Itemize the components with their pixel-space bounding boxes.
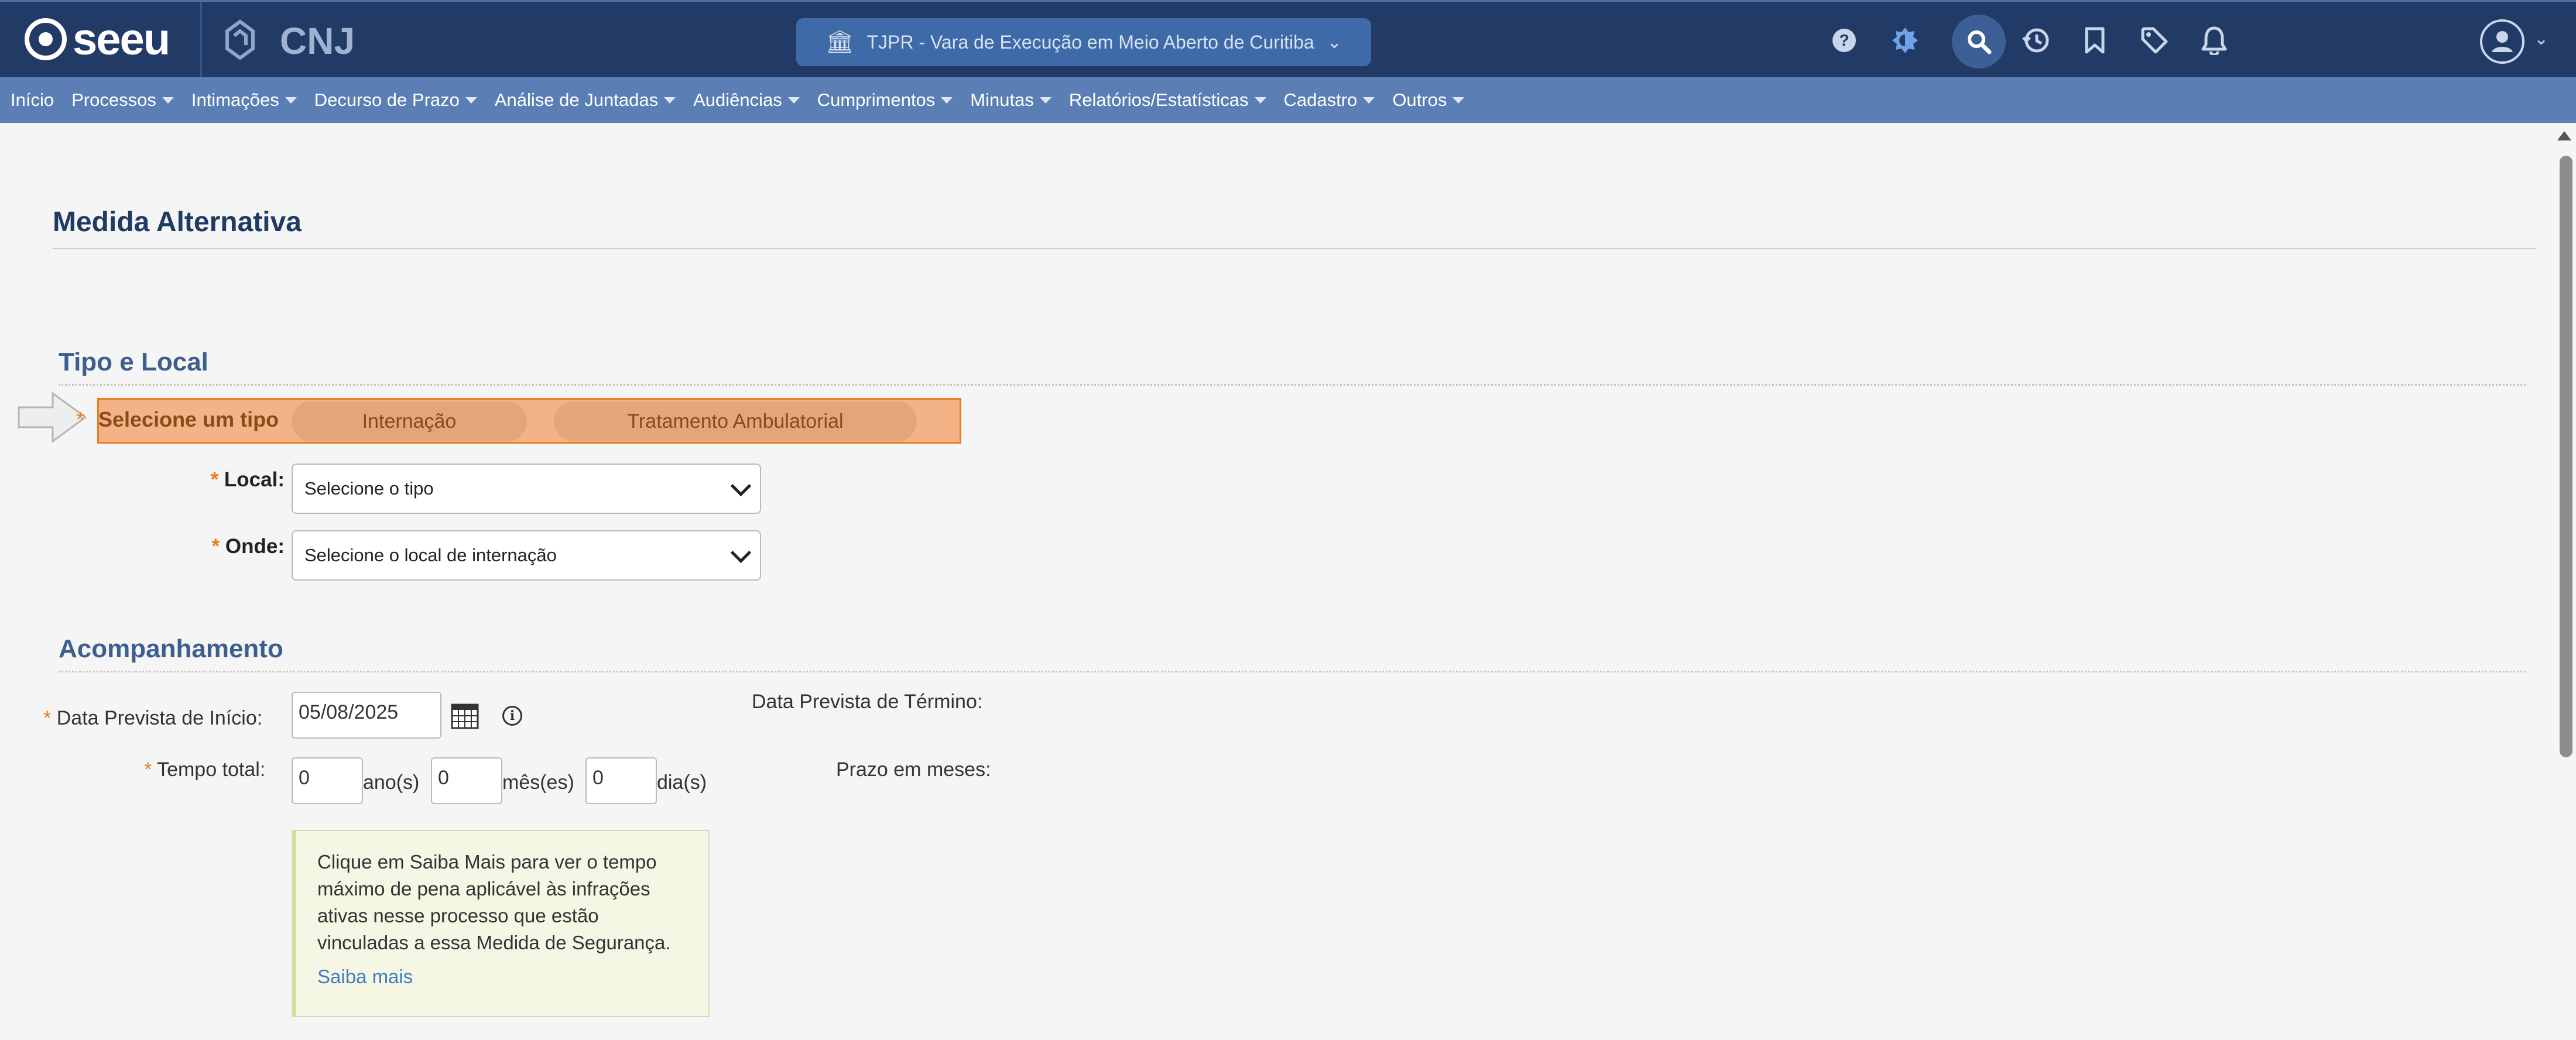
calendar-icon[interactable] xyxy=(451,702,479,729)
section-divider xyxy=(59,671,2526,672)
scroll-up-arrow-icon[interactable] xyxy=(2557,131,2571,140)
section-heading-acompanhamento: Acompanhamento xyxy=(59,634,283,663)
menu-item-audiencias[interactable]: Audiências xyxy=(693,90,800,111)
caret-down-icon xyxy=(1363,97,1375,104)
menu-item-cadastro[interactable]: Cadastro xyxy=(1284,90,1375,111)
theme-icon[interactable] xyxy=(1888,23,1923,58)
caret-down-icon xyxy=(1254,97,1266,104)
chevron-down-icon: ⌄ xyxy=(1327,32,1342,52)
saiba-mais-note: Clique em Saiba Mais para ver o tempo má… xyxy=(292,830,710,1017)
saiba-mais-link[interactable]: Saiba mais xyxy=(317,963,687,990)
caret-down-icon xyxy=(465,97,477,104)
section-divider xyxy=(59,384,2526,386)
info-icon[interactable]: i xyxy=(502,706,522,726)
main-menu: Início Processos Intimações Decurso de P… xyxy=(0,77,2576,123)
menu-item-label: Audiências xyxy=(693,90,782,110)
anos-input[interactable]: 0 xyxy=(292,757,363,804)
onde-label-text: Onde: xyxy=(225,535,285,558)
court-selector[interactable]: 🏛 TJPR - Vara de Execução em Meio Aberto… xyxy=(796,18,1371,66)
menu-item-label: Decurso de Prazo xyxy=(314,90,460,110)
caret-down-icon xyxy=(1453,97,1465,104)
tempo-total-label: * Tempo total: xyxy=(144,758,265,781)
required-marker: * xyxy=(211,535,220,558)
note-text: Clique em Saiba Mais para ver o tempo má… xyxy=(317,851,671,953)
caret-down-icon xyxy=(285,97,297,104)
menu-item-label: Análise de Juntadas xyxy=(494,90,659,110)
top-bar: seeu CNJ 🏛 TJPR - Vara de Execução em Me… xyxy=(0,0,2576,77)
institution-logo-icon xyxy=(225,19,255,60)
menu-item-label: Minutas xyxy=(970,90,1034,110)
caret-down-icon xyxy=(664,97,676,104)
data-inicio-input[interactable]: 05/08/2025 xyxy=(292,692,441,739)
onde-select[interactable]: Selecione o local de internação xyxy=(292,530,761,581)
court-selector-label: TJPR - Vara de Execução em Meio Aberto d… xyxy=(866,31,1314,53)
header-divider xyxy=(200,2,202,77)
meses-input[interactable]: 0 xyxy=(431,757,502,804)
cnj-logo: CNJ xyxy=(280,20,355,62)
scrollbar-thumb[interactable] xyxy=(2560,156,2572,757)
menu-item-label: Início xyxy=(11,90,54,110)
menu-item-cumprimentos[interactable]: Cumprimentos xyxy=(817,90,953,111)
section-heading-tipo-local: Tipo e Local xyxy=(59,348,208,376)
menu-item-label: Cumprimentos xyxy=(817,90,936,110)
menu-item-label: Cadastro xyxy=(1283,90,1358,110)
menu-item-processos[interactable]: Processos xyxy=(71,90,174,111)
user-avatar-icon[interactable] xyxy=(2480,19,2524,64)
court-building-icon: 🏛 xyxy=(825,30,854,54)
required-marker: * xyxy=(210,468,219,491)
meses-unit: mês(es) xyxy=(502,771,574,794)
title-divider xyxy=(53,248,2536,249)
menu-item-inicio[interactable]: Início xyxy=(11,90,54,111)
dias-unit: dia(s) xyxy=(657,771,707,794)
search-icon[interactable] xyxy=(1952,15,2006,68)
history-icon[interactable] xyxy=(2019,23,2054,58)
page-title: Medida Alternativa xyxy=(53,207,302,238)
help-icon[interactable]: ? xyxy=(1827,23,1862,58)
chevron-down-icon xyxy=(730,475,752,497)
menu-item-label: Outros xyxy=(1392,90,1447,110)
required-marker: * xyxy=(144,758,152,781)
menu-item-label: Relatórios/Estatísticas xyxy=(1068,90,1249,110)
chevron-down-icon xyxy=(730,542,752,564)
bell-icon[interactable] xyxy=(2197,23,2232,58)
seeu-logo[interactable]: seeu xyxy=(25,14,170,64)
onde-label: * Onde: xyxy=(197,535,285,558)
required-marker: * xyxy=(43,707,52,729)
bookmark-icon[interactable] xyxy=(2077,23,2112,58)
dias-input[interactable]: 0 xyxy=(585,757,657,804)
seeu-logo-icon xyxy=(25,18,67,60)
tempo-total-label-text: Tempo total: xyxy=(157,758,266,781)
svg-text:?: ? xyxy=(1839,31,1849,49)
tag-icon[interactable] xyxy=(2137,23,2172,58)
menu-item-minutas[interactable]: Minutas xyxy=(970,90,1051,111)
tipo-label: Selecione um tipo xyxy=(98,407,279,431)
prazo-meses-label: Prazo em meses: xyxy=(836,758,991,781)
option-tratamento-ambulatorial-button[interactable]: Tratamento Ambulatorial xyxy=(554,401,917,441)
menu-item-intimacoes[interactable]: Intimações xyxy=(191,90,297,111)
menu-item-relatorios[interactable]: Relatórios/Estatísticas xyxy=(1069,90,1266,111)
caret-down-icon xyxy=(787,97,800,104)
menu-item-decurso-de-prazo[interactable]: Decurso de Prazo xyxy=(314,90,477,111)
local-label-text: Local: xyxy=(224,468,285,491)
data-inicio-label: * Data Prevista de Início: xyxy=(43,707,262,730)
data-inicio-label-text: Data Prevista de Início: xyxy=(56,707,263,729)
menu-item-label: Intimações xyxy=(191,90,279,110)
data-termino-label: Data Prevista de Término: xyxy=(752,691,983,713)
onde-select-value: Selecione o local de internação xyxy=(304,545,557,565)
caret-down-icon xyxy=(162,97,174,104)
required-marker: * xyxy=(76,407,85,431)
local-select[interactable]: Selecione o tipo xyxy=(292,464,761,514)
user-menu-chevron-icon[interactable]: ⌄ xyxy=(2534,29,2548,49)
local-select-value: Selecione o tipo xyxy=(304,478,434,499)
menu-item-outros[interactable]: Outros xyxy=(1392,90,1465,111)
caret-down-icon xyxy=(941,97,953,104)
caret-down-icon xyxy=(1039,97,1051,104)
option-internacao-button[interactable]: Internação xyxy=(292,401,527,441)
seeu-logo-text: seeu xyxy=(73,14,170,64)
local-label: * Local: xyxy=(197,468,285,492)
menu-item-analise-de-juntadas[interactable]: Análise de Juntadas xyxy=(495,90,676,111)
menu-item-label: Processos xyxy=(71,90,156,110)
anos-unit: ano(s) xyxy=(363,771,420,794)
